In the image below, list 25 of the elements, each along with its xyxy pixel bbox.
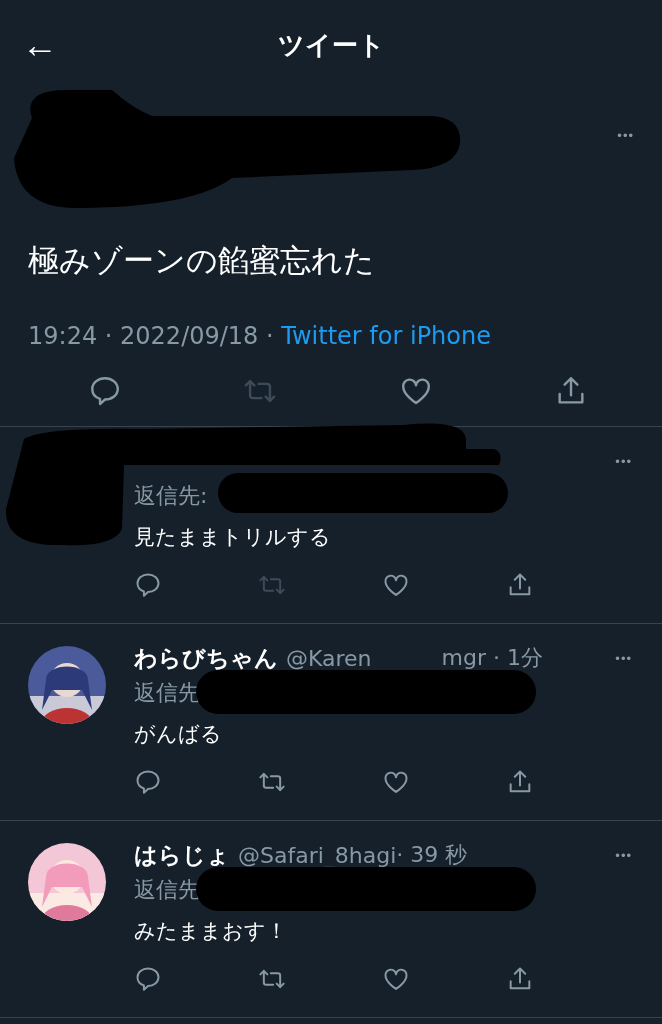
tweet-text: 極みゾーンの餡蜜忘れた xyxy=(28,241,376,280)
handle-time: mgr · 1分 xyxy=(441,644,543,672)
reply-icon[interactable] xyxy=(134,965,162,993)
user-name: はらじょ xyxy=(134,840,230,870)
more-button[interactable]: ••• xyxy=(615,453,632,469)
reply-to-label: 返信先: xyxy=(134,482,208,510)
reply-to-label: 返信先 xyxy=(134,679,200,707)
timestamp: 19:24 · 2022/09/18 · xyxy=(28,322,275,350)
back-button[interactable]: ← xyxy=(20,27,60,63)
user-handle: @Karen xyxy=(286,645,372,671)
tweet-text: みたままおす！ xyxy=(134,918,288,945)
page-title: ツイート xyxy=(277,28,385,62)
more-button[interactable]: ••• xyxy=(615,650,632,666)
handle-time: · 39 秒 xyxy=(396,841,468,869)
more-button[interactable]: ••• xyxy=(617,128,634,143)
user-handle: @Safari_8hagi xyxy=(238,842,397,868)
user-name: わらびちゃん xyxy=(134,643,278,673)
reply-icon[interactable] xyxy=(88,374,122,408)
more-button[interactable]: ••• xyxy=(615,847,632,863)
reply-icon[interactable] xyxy=(134,768,162,796)
tweet-text: 見たままトリルする xyxy=(134,524,332,551)
source-link[interactable]: Twitter for iPhone xyxy=(281,322,491,350)
tweet-text: がんばる xyxy=(134,721,223,748)
reply-icon[interactable] xyxy=(134,571,162,599)
reply-to-label: 返信先 xyxy=(134,876,200,904)
